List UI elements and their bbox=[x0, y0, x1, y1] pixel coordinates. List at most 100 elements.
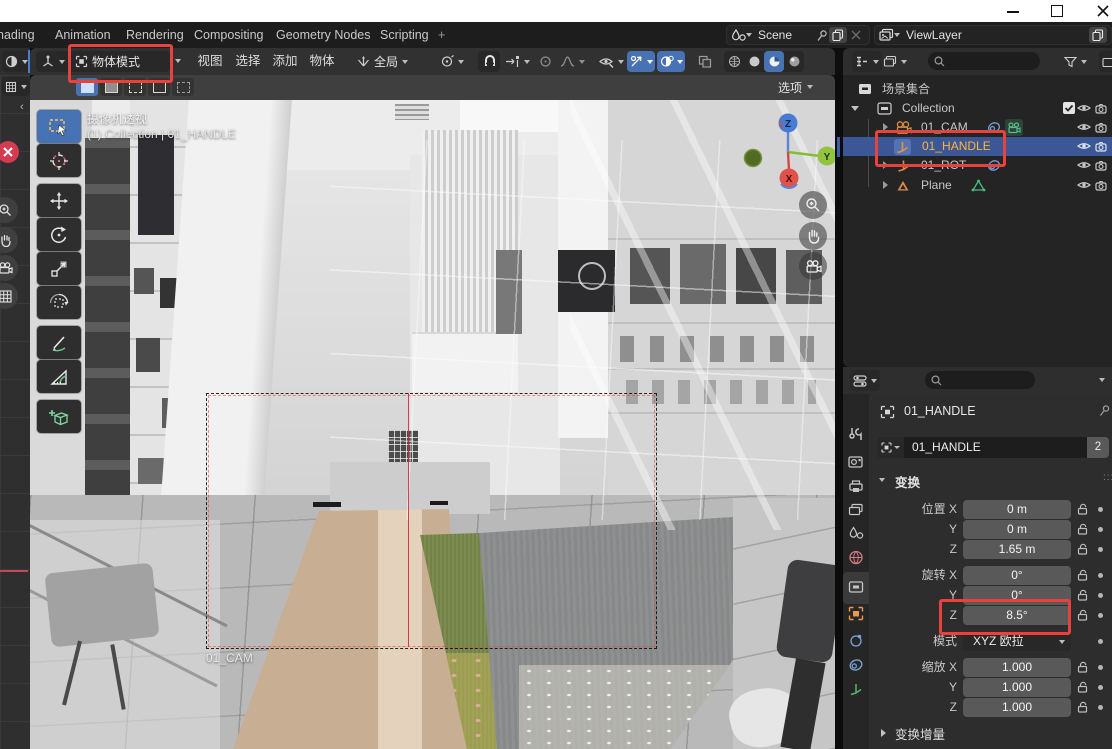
annotate-tool[interactable] bbox=[37, 326, 81, 359]
options-dropdown[interactable]: 选项 bbox=[778, 78, 813, 96]
add-workspace-button[interactable]: + bbox=[438, 22, 445, 48]
lock-icon[interactable] bbox=[1077, 681, 1089, 693]
viewport-editor-type-button[interactable] bbox=[36, 51, 70, 72]
shading-solid-button[interactable] bbox=[744, 51, 764, 72]
animate-dot-icon[interactable] bbox=[1098, 573, 1103, 578]
render-visibility-icon[interactable] bbox=[1095, 103, 1109, 114]
eye-icon[interactable] bbox=[1077, 122, 1091, 132]
left-camera-icon[interactable] bbox=[0, 255, 18, 281]
animate-dot-icon[interactable] bbox=[1098, 613, 1103, 618]
viewlayer-name[interactable]: ViewLayer bbox=[906, 28, 962, 42]
animate-dot-icon[interactable] bbox=[1098, 507, 1103, 512]
cursor-tool[interactable] bbox=[37, 144, 81, 177]
rotation-x-field[interactable]: 0° bbox=[963, 566, 1071, 585]
eye-icon[interactable] bbox=[1077, 180, 1091, 190]
gizmo-x-label[interactable]: X bbox=[786, 174, 793, 185]
position-y-field[interactable]: 0 m bbox=[963, 520, 1071, 539]
render-visibility-icon[interactable] bbox=[1095, 122, 1109, 133]
viewport-3d-scene[interactable]: 01_CAM 摄像机透视 (1) Collection | 01_HANDLE bbox=[30, 100, 835, 749]
scale-z-field[interactable]: 1.000 bbox=[963, 698, 1071, 717]
mode-chevron-icon[interactable] bbox=[175, 59, 181, 63]
lock-icon[interactable] bbox=[1077, 503, 1089, 515]
measure-tool[interactable] bbox=[37, 360, 81, 393]
rotate-tool[interactable] bbox=[37, 218, 81, 251]
object-name-field[interactable]: 01_HANDLE bbox=[904, 437, 1087, 458]
transform-orientation-dropdown[interactable]: 全局 bbox=[352, 51, 428, 72]
render-visibility-icon[interactable] bbox=[1095, 141, 1109, 152]
lock-icon[interactable] bbox=[1077, 523, 1089, 535]
tab-constraints[interactable] bbox=[848, 658, 864, 674]
lock-icon[interactable] bbox=[1077, 701, 1089, 713]
delta-transform-expand-icon[interactable] bbox=[881, 729, 886, 737]
animate-dot-icon[interactable] bbox=[1098, 593, 1103, 598]
tab-scripting[interactable]: Scripting bbox=[380, 22, 429, 48]
visibility-dropdown[interactable] bbox=[596, 51, 627, 72]
expand-icon[interactable] bbox=[883, 181, 888, 189]
new-collection-button[interactable] bbox=[1099, 51, 1112, 72]
pivot-point-dropdown[interactable] bbox=[435, 51, 469, 72]
properties-options-chevron-icon[interactable] bbox=[1099, 378, 1105, 382]
animate-dot-icon[interactable] bbox=[1098, 665, 1103, 670]
proportional-edit-button[interactable] bbox=[535, 51, 555, 72]
tab-tool[interactable] bbox=[848, 426, 864, 442]
scale-tool[interactable] bbox=[37, 252, 81, 285]
tab-render[interactable] bbox=[848, 454, 864, 470]
tab-object[interactable] bbox=[848, 606, 864, 622]
viewlayer-selector[interactable]: ViewLayer bbox=[874, 25, 1112, 45]
outliner-filter-dropdown[interactable] bbox=[1061, 51, 1090, 72]
add-cube-tool[interactable] bbox=[37, 400, 81, 433]
tab-shading[interactable]: hading bbox=[0, 22, 35, 48]
snap-target-dropdown[interactable] bbox=[502, 51, 533, 72]
tab-physics[interactable] bbox=[848, 633, 864, 649]
maximize-icon[interactable] bbox=[1051, 5, 1063, 17]
camera-view-button[interactable] bbox=[799, 252, 827, 280]
collapse-arrow-icon[interactable]: ‹ bbox=[20, 101, 24, 113]
tab-collection[interactable] bbox=[848, 580, 864, 596]
shading-rendered-button[interactable] bbox=[784, 51, 804, 72]
menu-view[interactable]: 视图 bbox=[195, 48, 225, 75]
pan-hand-button[interactable] bbox=[799, 222, 827, 250]
left-zoom-icon[interactable] bbox=[0, 197, 18, 223]
animate-dot-icon[interactable] bbox=[1098, 527, 1103, 532]
region-divider[interactable] bbox=[835, 75, 843, 749]
tab-compositing[interactable]: Compositing bbox=[194, 22, 263, 48]
outliner-display-mode-dropdown[interactable] bbox=[852, 51, 882, 72]
properties-editor-type-button[interactable] bbox=[850, 370, 880, 391]
select-mode-intersect-button[interactable] bbox=[172, 78, 194, 96]
animate-dot-icon[interactable] bbox=[1098, 547, 1103, 552]
lock-icon[interactable] bbox=[1077, 609, 1089, 621]
left-editor-type-button[interactable] bbox=[2, 51, 31, 72]
tab-scene[interactable] bbox=[848, 526, 864, 542]
outliner-search[interactable] bbox=[928, 52, 1040, 70]
unlink-scene-button[interactable] bbox=[847, 27, 865, 43]
gizmo-y-label[interactable]: Y bbox=[824, 152, 831, 163]
collapse-icon[interactable] bbox=[851, 106, 859, 111]
close-icon[interactable] bbox=[1097, 5, 1109, 17]
eye-icon[interactable] bbox=[1077, 103, 1091, 113]
animate-dot-icon[interactable] bbox=[1098, 639, 1103, 644]
gizmo-z-label[interactable]: Z bbox=[785, 119, 791, 130]
lock-icon[interactable] bbox=[1077, 569, 1089, 581]
snap-toggle-button[interactable] bbox=[478, 51, 500, 72]
move-tool[interactable] bbox=[37, 184, 81, 217]
tab-world[interactable] bbox=[848, 550, 864, 566]
properties-search[interactable] bbox=[925, 371, 1035, 389]
transform-panel-title[interactable]: 变换 bbox=[895, 472, 920, 491]
left-pan-hand-icon[interactable] bbox=[0, 227, 18, 253]
object-id-dropdown[interactable] bbox=[877, 437, 904, 458]
lock-icon[interactable] bbox=[1077, 543, 1089, 555]
position-z-field[interactable]: 1.65 m bbox=[963, 540, 1071, 559]
zoom-button[interactable] bbox=[799, 191, 827, 219]
eye-icon[interactable] bbox=[1077, 160, 1091, 170]
pin-icon[interactable] bbox=[816, 29, 829, 42]
render-visibility-icon[interactable] bbox=[1095, 180, 1109, 191]
proportional-falloff-dropdown[interactable] bbox=[557, 51, 588, 72]
menu-add[interactable]: 添加 bbox=[270, 48, 300, 75]
panel-grip-icon[interactable]: ::: bbox=[1103, 472, 1112, 483]
tab-geometry-nodes[interactable]: Geometry Nodes bbox=[276, 22, 370, 48]
menu-select[interactable]: 选择 bbox=[233, 48, 263, 75]
tab-view-layer[interactable] bbox=[848, 503, 864, 519]
pin-icon[interactable] bbox=[1099, 404, 1111, 417]
left-editor-tool-dropdown[interactable] bbox=[2, 77, 30, 96]
tab-output[interactable] bbox=[848, 479, 864, 495]
